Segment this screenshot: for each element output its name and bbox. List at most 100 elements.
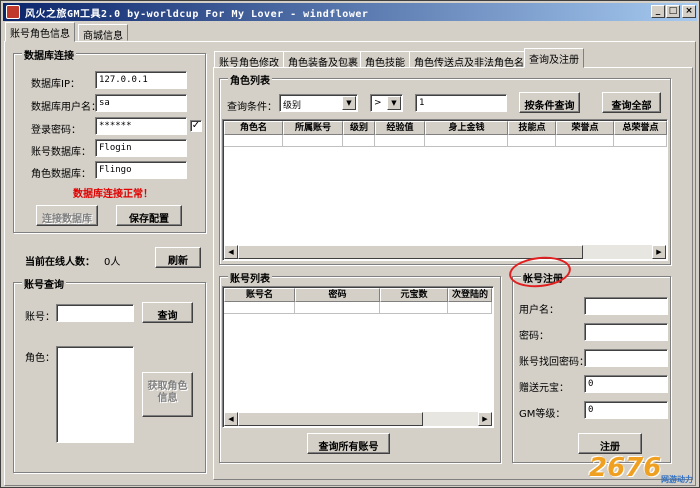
reg-gm-label: GM等级：	[519, 409, 566, 420]
get-role-info-button[interactable]: 获取角色信息	[142, 372, 193, 417]
reg-password-input[interactable]	[584, 323, 668, 341]
tab-mall-info[interactable]: 商城信息	[78, 24, 128, 42]
site-watermark-logo: 2676	[589, 453, 662, 483]
scroll-right-icon[interactable]: ▶	[478, 412, 492, 426]
app-icon	[6, 5, 20, 19]
role-db-label: 角色数据库：	[31, 169, 91, 180]
account-list-grid[interactable]: 账号名 密码 元宝数 次登陆的 ◀ ▶	[222, 286, 494, 428]
db-ip-input[interactable]: 127.0.0.1	[95, 71, 187, 89]
query-all-roles-button[interactable]: 查询全部	[602, 92, 661, 113]
role-grid-header: 角色名 所属账号 级别 经验值 身上金钱 技能点 荣誉点 总荣誉点	[224, 121, 667, 135]
maximize-button[interactable]: □	[666, 5, 680, 18]
role-list-title: 角色列表	[228, 72, 272, 87]
account-input[interactable]	[56, 304, 134, 322]
db-ip-label: 数据库IP：	[31, 79, 80, 90]
reg-recover-input[interactable]	[584, 349, 668, 367]
table-cell[interactable]	[614, 135, 667, 147]
chevron-down-icon[interactable]: ▼	[387, 96, 401, 110]
scroll-left-icon[interactable]: ◀	[224, 412, 238, 426]
chevron-down-icon[interactable]: ▼	[342, 96, 356, 110]
account-grid-scrollbar[interactable]: ◀ ▶	[224, 412, 492, 426]
table-row[interactable]	[224, 302, 492, 314]
tab-equipment[interactable]: 角色装备及包裹	[283, 51, 363, 69]
title-bar: 风火之旅GM工具2.0 by-worldcup For My Lover - w…	[3, 3, 697, 21]
column-header[interactable]: 经验值	[375, 121, 425, 135]
acct-db-label: 账号数据库：	[31, 147, 91, 158]
tab-role-edit[interactable]: 账号角色修改	[214, 51, 284, 69]
role-label: 角色：	[25, 353, 55, 364]
column-header[interactable]: 所属账号	[283, 121, 343, 135]
db-pass-label: 登录密码：	[31, 125, 81, 136]
db-pass-input[interactable]: ******	[95, 117, 187, 135]
online-count-label: 当前在线人数：	[25, 257, 95, 268]
condition-operator-value: >	[374, 98, 382, 108]
scroll-right-icon[interactable]: ▶	[652, 245, 666, 259]
table-cell[interactable]	[380, 302, 448, 314]
connect-db-button[interactable]: 连接数据库	[36, 205, 98, 226]
scroll-left-icon[interactable]: ◀	[224, 245, 238, 259]
window-title: 风火之旅GM工具2.0 by-worldcup For My Lover - w…	[25, 9, 369, 20]
query-condition-label: 查询条件：	[227, 102, 277, 113]
account-grid-header: 账号名 密码 元宝数 次登陆的	[224, 288, 492, 302]
reg-password-label: 密码：	[519, 331, 549, 342]
condition-field-value: 级别	[283, 101, 302, 111]
scroll-thumb[interactable]	[238, 412, 423, 426]
role-db-input[interactable]: Flingo	[95, 161, 187, 179]
scroll-thumb[interactable]	[238, 245, 583, 259]
refresh-button[interactable]: 刷新	[155, 247, 201, 268]
column-header[interactable]: 次登陆的	[448, 288, 492, 302]
table-cell[interactable]	[343, 135, 375, 147]
table-cell[interactable]	[425, 135, 508, 147]
db-group-title: 数据库连接	[22, 47, 76, 62]
table-row[interactable]	[224, 135, 667, 147]
online-count-value: 0人	[104, 257, 121, 268]
table-cell[interactable]	[556, 135, 614, 147]
show-pass-checkbox[interactable]: ✓	[190, 120, 202, 132]
query-all-accounts-button[interactable]: 查询所有账号	[307, 433, 390, 454]
table-cell[interactable]	[283, 135, 343, 147]
table-cell[interactable]	[448, 302, 492, 314]
tab-skills[interactable]: 角色技能	[360, 51, 410, 69]
column-header[interactable]: 角色名	[224, 121, 283, 135]
query-by-condition-button[interactable]: 按条件查询	[519, 92, 580, 113]
condition-field-select[interactable]: 级别 ▼	[279, 94, 358, 112]
column-header[interactable]: 账号名	[224, 288, 295, 302]
save-config-button[interactable]: 保存配置	[116, 205, 182, 226]
reg-username-input[interactable]	[584, 297, 668, 315]
column-header[interactable]: 密码	[295, 288, 380, 302]
tab-teleport[interactable]: 角色传送点及非法角色名	[409, 51, 529, 69]
column-header[interactable]: 身上金钱	[425, 121, 508, 135]
condition-operator-select[interactable]: > ▼	[370, 94, 403, 112]
tab-account-role-info[interactable]: 账号角色信息	[5, 22, 75, 42]
table-cell[interactable]	[508, 135, 556, 147]
site-watermark-sub: 网游动力	[661, 475, 693, 484]
db-status-text: 数据库连接正常！	[73, 189, 153, 200]
column-header[interactable]: 元宝数	[380, 288, 448, 302]
table-cell[interactable]	[375, 135, 425, 147]
reg-username-label: 用户名：	[519, 305, 559, 316]
role-grid-scrollbar[interactable]: ◀ ▶	[224, 245, 666, 259]
reg-gift-input[interactable]: 0	[584, 375, 668, 393]
table-cell[interactable]	[224, 302, 295, 314]
reg-recover-label: 账号找回密码：	[519, 357, 589, 368]
role-listbox[interactable]	[56, 346, 134, 443]
register-button[interactable]: 注册	[578, 433, 642, 454]
column-header[interactable]: 技能点	[508, 121, 556, 135]
db-user-input[interactable]: sa	[95, 94, 187, 112]
column-header[interactable]: 荣誉点	[556, 121, 614, 135]
account-list-title: 账号列表	[228, 270, 272, 285]
query-account-button[interactable]: 查询	[142, 302, 193, 323]
db-user-label: 数据库用户名：	[31, 102, 101, 113]
tab-query-register[interactable]: 查询及注册	[524, 48, 584, 68]
table-cell[interactable]	[295, 302, 380, 314]
role-list-grid[interactable]: 角色名 所属账号 级别 经验值 身上金钱 技能点 荣誉点 总荣誉点 ◀ ▶	[222, 119, 668, 261]
reg-gm-input[interactable]: 0	[584, 401, 668, 419]
close-button[interactable]: ×	[682, 5, 696, 18]
condition-value-input[interactable]: 1	[415, 94, 507, 112]
column-header[interactable]: 总荣誉点	[614, 121, 667, 135]
acct-db-input[interactable]: Flogin	[95, 139, 187, 157]
table-cell[interactable]	[224, 135, 283, 147]
column-header[interactable]: 级别	[343, 121, 375, 135]
minimize-button[interactable]: _	[651, 5, 665, 18]
main-window: 风火之旅GM工具2.0 by-worldcup For My Lover - w…	[0, 0, 700, 488]
